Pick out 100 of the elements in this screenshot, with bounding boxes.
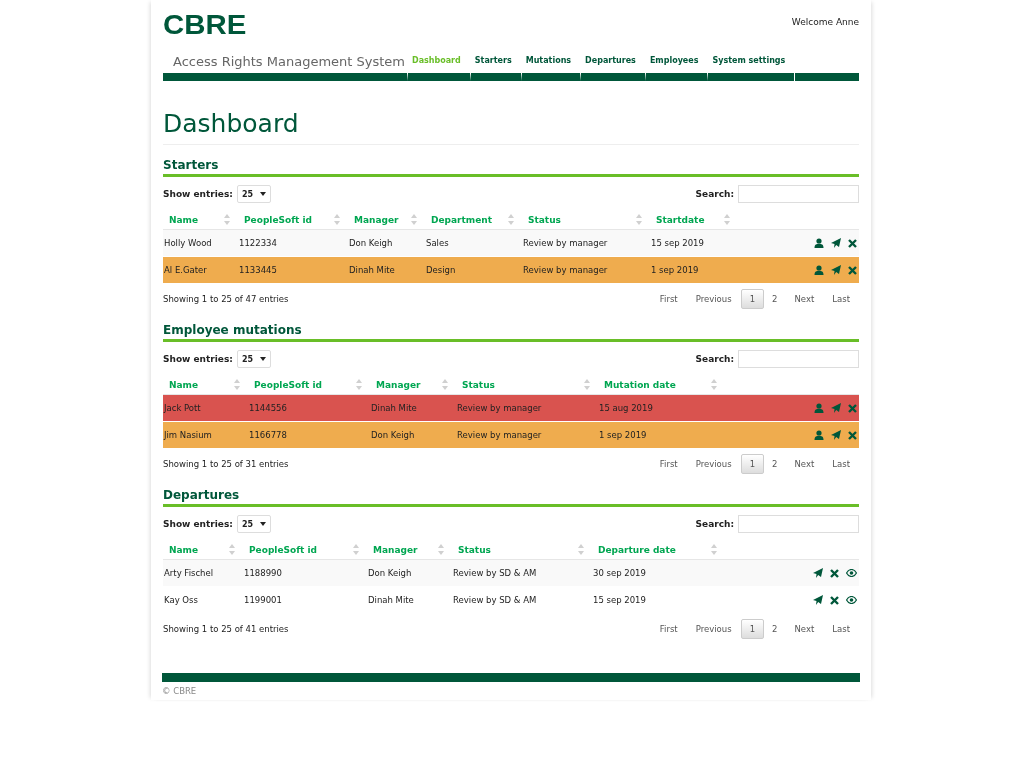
eye-icon[interactable] <box>846 596 857 605</box>
table-cell: 1166778 <box>249 430 287 440</box>
first-page-link[interactable]: First <box>650 290 687 308</box>
delete-icon[interactable] <box>830 595 839 605</box>
table-cell: 1 sep 2019 <box>599 430 647 440</box>
table-cell: 30 sep 2019 <box>593 568 646 578</box>
table-cell: Kay Oss <box>164 595 198 605</box>
sort-icon <box>224 214 230 225</box>
table-cell: 1 sep 2019 <box>651 265 699 275</box>
person-icon[interactable] <box>814 430 824 441</box>
table-cell: Review by SD & AM <box>453 595 537 605</box>
nav-tab[interactable]: Mutations <box>520 56 581 81</box>
send-icon[interactable] <box>831 265 841 276</box>
nav-tab[interactable]: Departures <box>580 56 645 81</box>
sort-icon <box>711 379 717 390</box>
delete-icon[interactable] <box>830 568 839 578</box>
search-field[interactable] <box>738 515 859 533</box>
show-entries-label: Show entries: <box>163 519 233 529</box>
first-page-link[interactable]: First <box>650 455 687 473</box>
welcome-text: Welcome Anne <box>791 17 859 27</box>
send-icon[interactable] <box>831 430 841 441</box>
nav-tab[interactable]: Employees <box>644 56 708 81</box>
nav-tab[interactable]: Starters <box>469 56 521 81</box>
entries-select[interactable]: 25 <box>236 185 271 203</box>
sort-icon <box>442 379 448 390</box>
table-cell: Dinah Mite <box>368 595 414 605</box>
table-cell: Review by manager <box>523 238 608 248</box>
sort-icon <box>234 379 240 390</box>
table-cell: Review by manager <box>457 430 542 440</box>
sort-icon <box>711 544 717 555</box>
entries-info: Showing 1 to 25 of 47 entries <box>163 294 289 304</box>
logo: CBRE <box>163 12 247 38</box>
table-cell: Design <box>426 265 456 275</box>
person-icon[interactable] <box>814 238 824 249</box>
sort-icon <box>353 544 359 555</box>
delete-icon[interactable] <box>848 430 857 440</box>
entries-select[interactable]: 25 <box>236 515 271 533</box>
section-title: Departures <box>163 488 859 507</box>
table-cell: Don Keigh <box>371 430 415 440</box>
delete-icon[interactable] <box>848 238 857 248</box>
page-link[interactable]: 2 <box>764 620 786 638</box>
table-cell: Dinah Mite <box>349 265 395 275</box>
page-link[interactable]: 1 <box>740 289 765 309</box>
search-field[interactable] <box>738 350 859 368</box>
last-page-link[interactable]: Last <box>823 290 859 308</box>
table-cell: 1144556 <box>249 403 287 413</box>
table-cell: Arty Fischel <box>164 568 214 578</box>
copyright-text: © CBRE <box>162 686 198 698</box>
table-cell: Al E.Gater <box>164 265 207 275</box>
table-cell: 1133445 <box>239 265 277 275</box>
page-link[interactable]: 1 <box>740 619 765 639</box>
sort-icon <box>724 214 730 225</box>
sort-icon <box>438 544 444 555</box>
show-entries-label: Show entries: <box>163 354 233 364</box>
first-page-link[interactable]: First <box>650 620 687 638</box>
system-title: Access Rights Management System <box>163 54 407 81</box>
section-title: Starters <box>163 158 859 177</box>
sort-icon <box>356 379 362 390</box>
previous-page-link[interactable]: Previous <box>686 455 741 473</box>
send-icon[interactable] <box>813 568 823 579</box>
last-page-link[interactable]: Last <box>823 620 859 638</box>
search-label: Search: <box>695 354 734 364</box>
next-page-link[interactable]: Next <box>785 455 824 473</box>
page-title: Dashboard <box>163 109 859 145</box>
sort-icon <box>578 544 584 555</box>
search-label: Search: <box>695 189 734 199</box>
table-cell: Review by manager <box>457 403 542 413</box>
sort-icon <box>508 214 514 225</box>
nav-bar <box>794 73 859 81</box>
search-field[interactable] <box>738 185 859 203</box>
table-cell: 15 aug 2019 <box>599 403 653 413</box>
nav-tab[interactable]: System settings <box>707 56 795 81</box>
send-icon[interactable] <box>813 595 823 606</box>
next-page-link[interactable]: Next <box>785 290 824 308</box>
last-page-link[interactable]: Last <box>823 455 859 473</box>
table-cell: 15 sep 2019 <box>593 595 646 605</box>
caret-icon <box>259 522 266 526</box>
page-link[interactable]: 1 <box>740 454 765 474</box>
delete-icon[interactable] <box>848 265 857 275</box>
person-icon[interactable] <box>814 265 824 276</box>
table-cell: 1122334 <box>239 238 277 248</box>
eye-icon[interactable] <box>846 569 857 578</box>
search-label: Search: <box>695 519 734 529</box>
table-cell: Don Keigh <box>368 568 412 578</box>
page-link[interactable]: 2 <box>764 290 786 308</box>
entries-info: Showing 1 to 25 of 31 entries <box>163 459 289 469</box>
page-link[interactable]: 2 <box>764 455 786 473</box>
send-icon[interactable] <box>831 238 841 249</box>
table-cell: 15 sep 2019 <box>651 238 704 248</box>
table-cell: Review by SD & AM <box>453 568 537 578</box>
table-cell: 1199001 <box>244 595 282 605</box>
entries-select[interactable]: 25 <box>236 350 271 368</box>
previous-page-link[interactable]: Previous <box>686 290 741 308</box>
table-cell: Jack Pott <box>164 403 201 413</box>
sort-icon <box>636 214 642 225</box>
next-page-link[interactable]: Next <box>785 620 824 638</box>
table-cell: Review by manager <box>523 265 608 275</box>
previous-page-link[interactable]: Previous <box>686 620 741 638</box>
sort-icon <box>334 214 340 225</box>
table-cell: Jim Nasium <box>164 430 212 440</box>
